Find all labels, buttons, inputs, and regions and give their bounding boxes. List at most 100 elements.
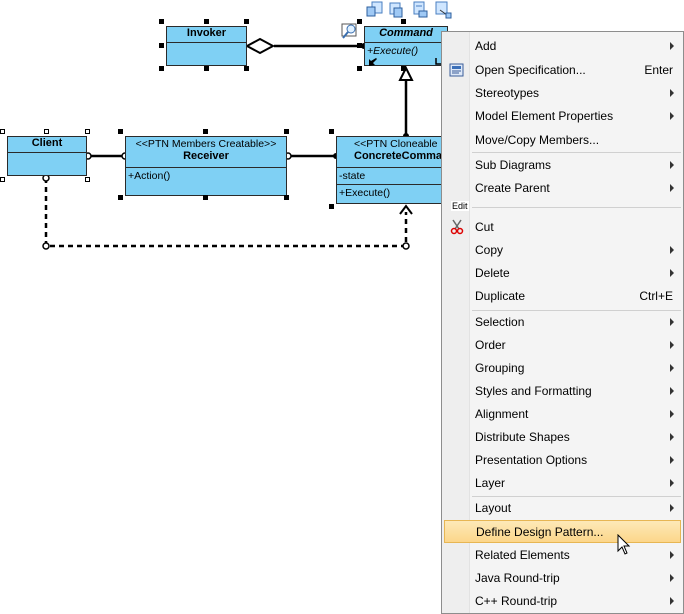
menu-item-java-round-trip[interactable]: Java Round-trip: [444, 567, 681, 590]
selection-handle[interactable]: [85, 177, 90, 182]
selection-handle[interactable]: [0, 129, 5, 134]
submenu-arrow-icon: [670, 597, 674, 605]
invoker-class[interactable]: Invoker: [166, 26, 247, 66]
menu-item-define-design-pattern[interactable]: Define Design Pattern...: [444, 520, 681, 543]
selection-handle[interactable]: [0, 177, 5, 182]
menu-item-label: Sub Diagrams: [475, 158, 552, 172]
mouse-pointer-icon: [617, 533, 631, 556]
selection-handle[interactable]: [357, 43, 362, 48]
selection-handle[interactable]: [284, 195, 289, 200]
menu-item-layer[interactable]: Layer: [444, 472, 681, 495]
new-interface-resource-icon[interactable]: [388, 1, 406, 19]
submenu-arrow-icon: [670, 112, 674, 120]
menu-item-create-parent[interactable]: Create Parent: [444, 177, 681, 200]
menu-item-model-element-properties[interactable]: Model Element Properties: [444, 105, 681, 128]
concrete-command-class[interactable]: <<PTN Cloneable ConcreteComma -state +Ex…: [336, 136, 446, 204]
menu-item-label: Presentation Options: [475, 453, 588, 467]
menu-item-label: Grouping: [475, 361, 525, 375]
selection-handle[interactable]: [401, 66, 406, 71]
menu-item-shortcut: Enter: [644, 63, 673, 77]
menu-item-duplicate[interactable]: Duplicate Ctrl+E: [444, 285, 681, 308]
submenu-arrow-icon: [670, 479, 674, 487]
submenu-arrow-icon: [670, 410, 674, 418]
menu-item-alignment[interactable]: Alignment: [444, 403, 681, 426]
menu-item-label: Model Element Properties: [475, 109, 614, 123]
scissors-icon: [449, 219, 465, 235]
menu-item-label: Related Elements: [475, 548, 570, 562]
menu-item-open-specification[interactable]: Open Specification... Enter: [444, 59, 681, 82]
submenu-arrow-icon: [670, 42, 674, 50]
selection-handle[interactable]: [85, 129, 90, 134]
selection-handle[interactable]: [159, 19, 164, 24]
menu-item-presentation-options[interactable]: Presentation Options: [444, 449, 681, 472]
client-class[interactable]: Client: [7, 136, 87, 176]
submenu-arrow-icon: [670, 318, 674, 326]
menu-item-label: Order: [475, 338, 506, 352]
selection-handle[interactable]: [244, 66, 249, 71]
menu-item-stereotypes[interactable]: Stereotypes: [444, 82, 681, 105]
submenu-arrow-icon: [670, 504, 674, 512]
menu-item-c-round-trip[interactable]: C++ Round-trip: [444, 590, 681, 613]
selection-handle[interactable]: [118, 195, 123, 200]
submenu-arrow-icon: [670, 161, 674, 169]
menu-item-cut[interactable]: Cut: [444, 216, 681, 239]
client-name: Client: [31, 137, 63, 149]
menu-item-layout[interactable]: Layout: [444, 497, 681, 520]
submenu-arrow-icon: [670, 269, 674, 277]
menu-item-copy[interactable]: Copy: [444, 239, 681, 262]
selection-handle[interactable]: [204, 66, 209, 71]
concrete-operation: +Execute(): [339, 187, 391, 199]
specification-icon: [449, 62, 465, 78]
menu-item-related-elements[interactable]: Related Elements: [444, 544, 681, 567]
submenu-arrow-icon: [670, 246, 674, 254]
menu-separator: [472, 152, 681, 153]
selection-handle[interactable]: [159, 66, 164, 71]
submenu-arrow-icon: [670, 184, 674, 192]
menu-item-label: Layer: [475, 476, 506, 490]
submenu-arrow-icon: [670, 433, 674, 441]
resize-arrow-icon[interactable]: [368, 54, 378, 66]
menu-separator: [472, 310, 681, 311]
menu-item-distribute-shapes[interactable]: Distribute Shapes: [444, 426, 681, 449]
menu-item-shortcut: Ctrl+E: [639, 289, 673, 303]
receiver-class[interactable]: <<PTN Members Creatable>> Receiver +Acti…: [125, 136, 287, 196]
menu-item-label: Create Parent: [475, 181, 550, 195]
menu-item-move-copy-members[interactable]: Move/Copy Members...: [444, 129, 681, 152]
menu-item-label: Distribute Shapes: [475, 430, 570, 444]
menu-item-label: Stereotypes: [475, 86, 540, 100]
selection-handle[interactable]: [357, 66, 362, 71]
selection-handle[interactable]: [329, 204, 334, 209]
menu-item-label: Add: [475, 39, 497, 53]
selection-handle[interactable]: [244, 19, 249, 24]
selection-handle[interactable]: [204, 19, 209, 24]
submenu-arrow-icon: [670, 551, 674, 559]
selection-handle[interactable]: [44, 129, 49, 134]
selection-handle[interactable]: [401, 19, 406, 24]
selection-handle[interactable]: [203, 129, 208, 134]
menu-item-styles-and-formatting[interactable]: Styles and Formatting: [444, 380, 681, 403]
selection-handle[interactable]: [118, 129, 123, 134]
selection-handle[interactable]: [203, 195, 208, 200]
menu-item-label: Copy: [475, 243, 504, 257]
menu-item-order[interactable]: Order: [444, 334, 681, 357]
search-resource-icon[interactable]: [340, 22, 360, 42]
menu-item-delete[interactable]: Delete: [444, 262, 681, 285]
receiver-operation: +Action(): [128, 170, 171, 182]
menu-separator: [472, 496, 681, 497]
selection-handle[interactable]: [329, 129, 334, 134]
new-realization-resource-icon[interactable]: [434, 1, 452, 19]
new-class-resource-icon[interactable]: [366, 1, 384, 19]
menu-item-label: Styles and Formatting: [475, 384, 592, 398]
menu-item-grouping[interactable]: Grouping: [444, 357, 681, 380]
selection-handle[interactable]: [284, 129, 289, 134]
new-subclass-resource-icon[interactable]: [411, 1, 429, 19]
menu-item-label: Java Round-trip: [475, 571, 560, 585]
command-name: Command: [379, 27, 433, 39]
menu-item-sub-diagrams[interactable]: Sub Diagrams: [444, 154, 681, 177]
menu-item-add[interactable]: Add: [444, 35, 681, 58]
menu-item-label: Layout: [475, 501, 512, 515]
invoker-name: Invoker: [186, 27, 227, 39]
menu-item-selection[interactable]: Selection: [444, 311, 681, 334]
concrete-attribute: -state: [337, 168, 445, 185]
selection-handle[interactable]: [159, 43, 164, 48]
